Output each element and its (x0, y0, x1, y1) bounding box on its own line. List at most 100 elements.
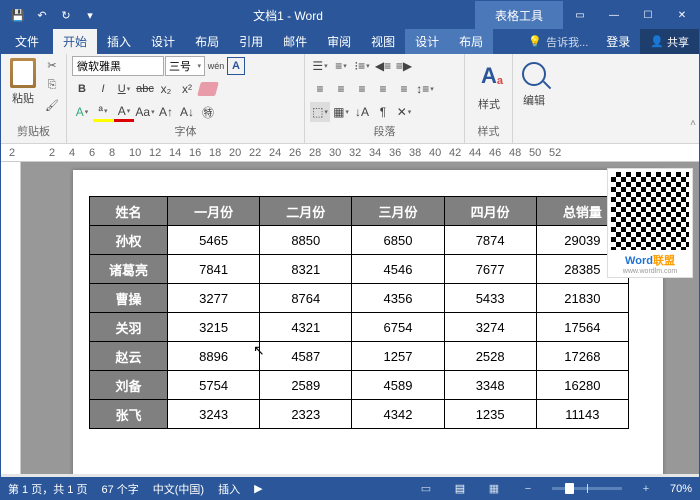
table-cell[interactable]: 张飞 (90, 400, 168, 429)
tab-review[interactable]: 审阅 (317, 29, 361, 54)
table-cell[interactable]: 1235 (444, 400, 536, 429)
page[interactable]: 姓名一月份二月份三月份四月份总销量 孙权54658850685078742903… (73, 170, 663, 474)
qat-customize-icon[interactable]: ▾ (79, 4, 101, 26)
status-page[interactable]: 第 1 页，共 1 页 (8, 481, 87, 497)
align-center-button[interactable]: ≡ (331, 79, 351, 99)
table-cell[interactable]: 2589 (260, 371, 352, 400)
table-cell[interactable]: 3348 (444, 371, 536, 400)
table-cell[interactable]: 16280 (536, 371, 628, 400)
table-cell[interactable]: 3243 (168, 400, 260, 429)
vertical-ruler[interactable] (1, 162, 21, 474)
table-cell[interactable]: 1257 (352, 342, 444, 371)
minimize-icon[interactable]: ― (597, 1, 631, 29)
table-cell[interactable]: 赵云 (90, 342, 168, 371)
table-header[interactable]: 姓名 (90, 197, 168, 226)
zoom-level[interactable]: 70% (670, 483, 692, 495)
increase-indent-button[interactable]: ≡▶ (394, 56, 414, 76)
table-cell[interactable]: 8764 (260, 284, 352, 313)
styles-button[interactable]: A样式 (470, 56, 508, 114)
font-name-input[interactable]: 微软雅黑 (72, 56, 164, 76)
italic-button[interactable]: I (93, 79, 113, 99)
strikethrough-button[interactable]: abc (135, 79, 155, 99)
tab-design[interactable]: 设计 (141, 29, 185, 54)
close-icon[interactable]: ✕ (665, 1, 699, 29)
font-color-button[interactable]: A▾ (114, 102, 134, 122)
copy-icon[interactable]: ⎘ (43, 76, 61, 94)
show-marks-button[interactable]: ¶ (373, 102, 393, 122)
shrink-font-button[interactable]: A↓ (177, 102, 197, 122)
table-cell[interactable]: 17564 (536, 313, 628, 342)
table-cell[interactable]: 5433 (444, 284, 536, 313)
table-cell[interactable]: 3277 (168, 284, 260, 313)
horizontal-ruler[interactable]: 2246810121416182022242628303234363840424… (1, 144, 699, 162)
collapse-ribbon-icon[interactable]: ˄ (690, 118, 696, 129)
line-spacing-button[interactable]: ↕≡▾ (415, 79, 435, 99)
highlight-button[interactable]: ª▾ (93, 102, 113, 122)
distributed-button[interactable]: ≡ (394, 79, 414, 99)
table-cell[interactable]: 6850 (352, 226, 444, 255)
table-cell[interactable]: 7874 (444, 226, 536, 255)
status-insert[interactable]: 插入 (218, 481, 240, 497)
login-button[interactable]: 登录 (596, 29, 640, 54)
table-cell[interactable]: 6754 (352, 313, 444, 342)
format-painter-icon[interactable]: 🖌 (43, 96, 61, 114)
grow-font-button[interactable]: A↑ (156, 102, 176, 122)
table-row[interactable]: 张飞324323234342123511143 (90, 400, 629, 429)
redo-icon[interactable]: ↻ (55, 4, 77, 26)
maximize-icon[interactable]: ☐ (631, 1, 665, 29)
justify-button[interactable]: ≡ (373, 79, 393, 99)
table-cell[interactable]: 诸葛亮 (90, 255, 168, 284)
change-case-button[interactable]: Aa▾ (135, 102, 155, 122)
enclose-char-button[interactable]: ㊕ (198, 102, 218, 122)
table-row[interactable]: 赵云889645871257252817268 (90, 342, 629, 371)
table-cell[interactable]: 4587 (260, 342, 352, 371)
status-language[interactable]: 中文(中国) (153, 481, 204, 497)
align-left-button[interactable]: ≡ (310, 79, 330, 99)
tab-mailings[interactable]: 邮件 (273, 29, 317, 54)
print-layout-icon[interactable]: ▤ (450, 480, 470, 498)
multilevel-button[interactable]: ⁝≡▾ (352, 56, 372, 76)
table-cell[interactable]: 4342 (352, 400, 444, 429)
zoom-out-button[interactable]: − (518, 480, 538, 498)
tab-table-design[interactable]: 设计 (405, 29, 449, 54)
align-right-button[interactable]: ≡ (352, 79, 372, 99)
zoom-slider[interactable] (552, 487, 622, 490)
table-cell[interactable]: 5465 (168, 226, 260, 255)
table-cell[interactable]: 3215 (168, 313, 260, 342)
cut-icon[interactable]: ✂ (43, 56, 61, 74)
table-header[interactable]: 二月份 (260, 197, 352, 226)
character-border-icon[interactable]: A (227, 57, 245, 75)
bold-button[interactable]: B (72, 79, 92, 99)
zoom-in-button[interactable]: + (636, 480, 656, 498)
asian-layout-button[interactable]: ✕▾ (394, 102, 414, 122)
table-row[interactable]: 诸葛亮784183214546767728385 (90, 255, 629, 284)
table-cell[interactable]: 4321 (260, 313, 352, 342)
status-wordcount[interactable]: 67 个字 (101, 481, 138, 497)
table-cell[interactable]: 4589 (352, 371, 444, 400)
shading-button[interactable]: ⬚▾ (310, 102, 330, 122)
tab-file[interactable]: 文件 (1, 29, 53, 54)
tab-table-layout[interactable]: 布局 (449, 29, 493, 54)
table-header[interactable]: 四月份 (444, 197, 536, 226)
bullets-button[interactable]: ☰▾ (310, 56, 330, 76)
sort-button[interactable]: ↓A (352, 102, 372, 122)
table-cell[interactable]: 关羽 (90, 313, 168, 342)
share-button[interactable]: 👤共享 (640, 29, 699, 54)
table-cell[interactable]: 7677 (444, 255, 536, 284)
text-effects-button[interactable]: A▾ (72, 102, 92, 122)
decrease-indent-button[interactable]: ◀≡ (373, 56, 393, 76)
table-row[interactable]: 关羽321543216754327417564 (90, 313, 629, 342)
table-row[interactable]: 曹操327787644356543321830 (90, 284, 629, 313)
table-cell[interactable]: 11143 (536, 400, 628, 429)
table-cell[interactable]: 8321 (260, 255, 352, 284)
superscript-button[interactable]: x² (177, 79, 197, 99)
table-cell[interactable]: 4356 (352, 284, 444, 313)
table-cell[interactable]: 17268 (536, 342, 628, 371)
save-icon[interactable]: 💾 (7, 4, 29, 26)
table-row[interactable]: 刘备575425894589334816280 (90, 371, 629, 400)
table-cell[interactable]: 孙权 (90, 226, 168, 255)
clear-format-button[interactable] (198, 79, 218, 99)
data-table[interactable]: 姓名一月份二月份三月份四月份总销量 孙权54658850685078742903… (89, 196, 629, 429)
tell-me[interactable]: 💡告诉我... (520, 29, 596, 54)
table-cell[interactable]: 3274 (444, 313, 536, 342)
